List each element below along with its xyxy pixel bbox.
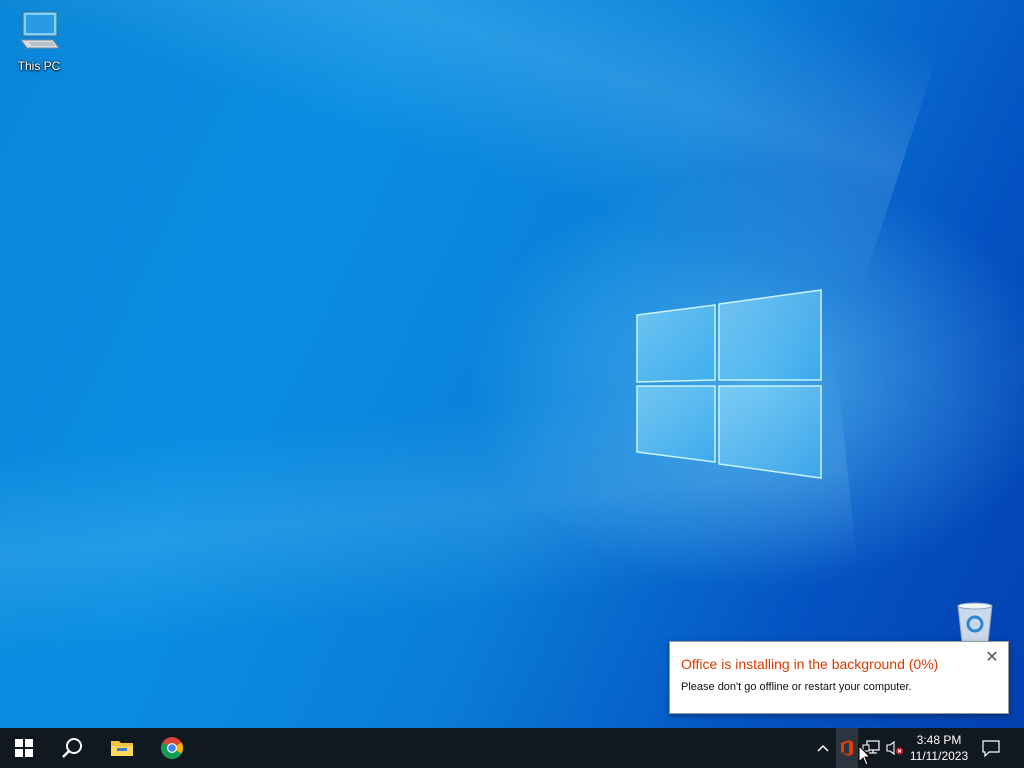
file-explorer-icon — [111, 741, 133, 756]
file-explorer-button[interactable] — [98, 728, 146, 768]
desktop-icon-this-pc[interactable]: This PC — [2, 8, 76, 73]
light-beam — [0, 0, 941, 294]
desktop-icon-label: This PC — [17, 59, 61, 73]
start-button[interactable] — [0, 728, 48, 768]
chrome-button[interactable] — [148, 728, 196, 768]
chrome-icon — [161, 737, 183, 759]
search-button[interactable] — [48, 728, 96, 768]
volume-button[interactable] — [884, 728, 906, 768]
mouse-cursor-icon — [858, 745, 872, 766]
notification-message: Please don't go offline or restart your … — [681, 681, 912, 693]
show-hidden-icons-button[interactable] — [812, 728, 834, 768]
office-install-notification[interactable]: Office is installing in the background (… — [669, 641, 1009, 714]
office-icon — [841, 740, 853, 756]
action-center-icon — [982, 740, 1000, 757]
clock[interactable]: 3:48 PM 11/11/2023 — [906, 728, 972, 768]
search-icon — [62, 738, 82, 758]
desktop-background: This PC — [0, 0, 1024, 728]
windows-start-icon — [15, 739, 33, 757]
windows-logo-wallpaper — [636, 289, 822, 479]
this-pc-icon — [20, 11, 60, 49]
clock-date: 11/11/2023 — [909, 749, 969, 763]
recycle-bin-icon — [957, 602, 993, 643]
office-tray-button[interactable] — [836, 728, 858, 768]
action-center-button[interactable] — [976, 728, 1006, 768]
chevron-up-icon — [817, 744, 829, 752]
close-icon[interactable]: ✕ — [984, 650, 1000, 666]
volume-muted-icon — [886, 740, 903, 756]
notification-title: Office is installing in the background (… — [681, 656, 939, 672]
clock-time: 3:48 PM — [916, 733, 962, 747]
